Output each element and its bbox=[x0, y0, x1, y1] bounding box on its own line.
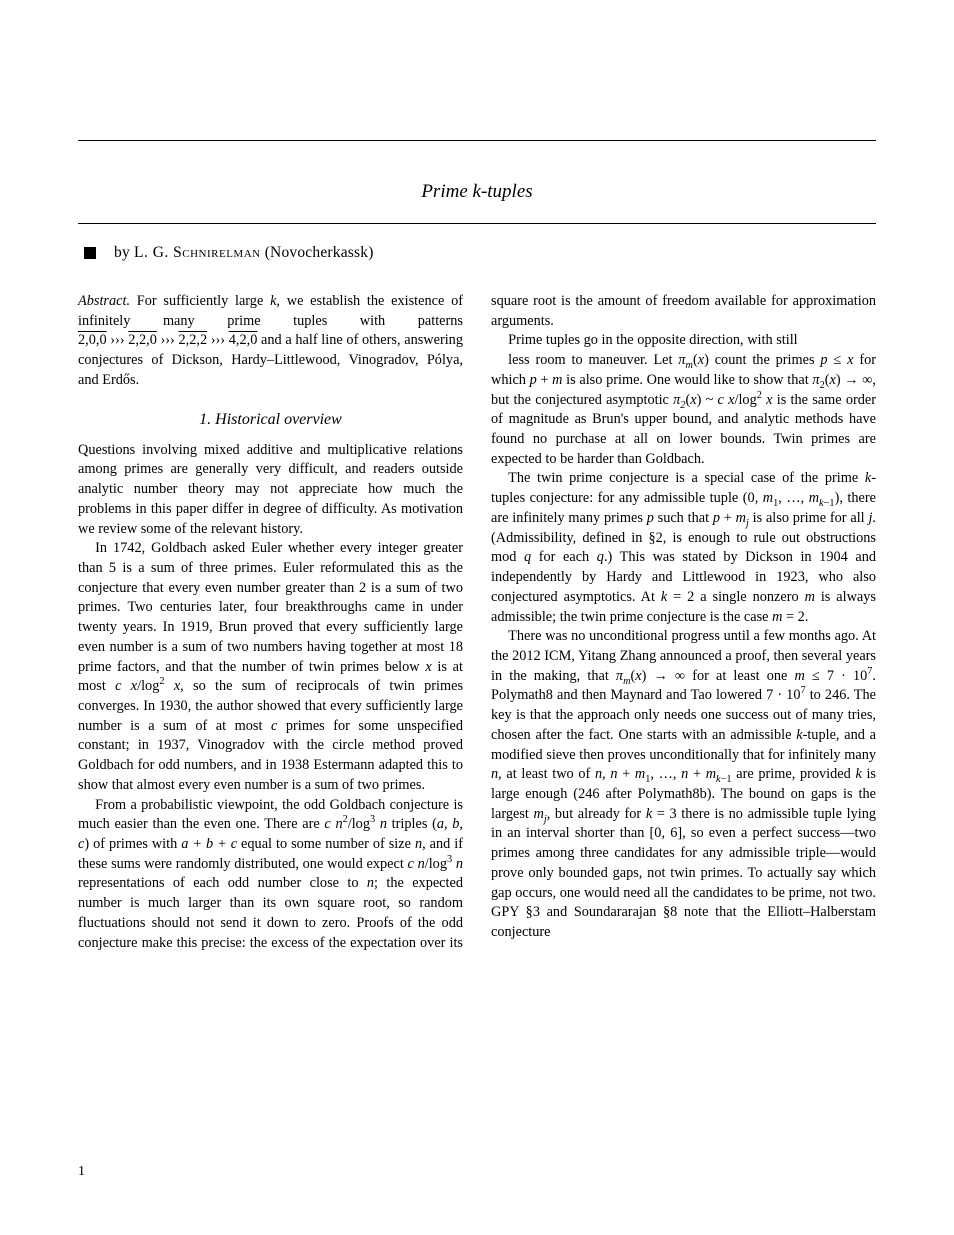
author-affiliation: (Novocherkassk) bbox=[265, 244, 374, 261]
abstract-label: Abstract. bbox=[78, 293, 130, 309]
author-line: by L. G. Schnirelman (Novocherkassk) bbox=[78, 244, 876, 262]
para-1: Questions involving mixed additive and m… bbox=[78, 441, 463, 540]
para-7: There was no unconditional progress unti… bbox=[491, 627, 876, 943]
pattern-3: 4,2,0 bbox=[229, 332, 258, 348]
author-name: L. G. Schnirelman bbox=[134, 244, 261, 261]
para-6: The twin prime conjecture is a special c… bbox=[491, 469, 876, 627]
title-math: k bbox=[473, 181, 481, 202]
abstract-paragraph: Abstract. For sufficiently large k, we e… bbox=[78, 292, 463, 391]
pattern-1: 2,2,0 bbox=[128, 332, 157, 348]
mid-rule bbox=[78, 223, 876, 224]
author-marker-icon bbox=[84, 247, 96, 259]
para-4: Prime tuples go in the opposite directio… bbox=[491, 331, 876, 351]
title-prefix: Prime bbox=[421, 181, 467, 202]
para-2: In 1742, Goldbach asked Euler whether ev… bbox=[78, 539, 463, 795]
body-columns: Abstract. For sufficiently large k, we e… bbox=[78, 292, 876, 953]
page-number: 1 bbox=[78, 1164, 85, 1180]
para-5: less room to maneuver. Let πm(x) count t… bbox=[491, 351, 876, 469]
author-prefix: by bbox=[114, 244, 130, 261]
pattern-0: 2,0,0 bbox=[78, 332, 107, 348]
pattern-2: 2,2,2 bbox=[179, 332, 208, 348]
author-text: by L. G. Schnirelman (Novocherkassk) bbox=[114, 244, 374, 262]
title-block: Prime k-tuples bbox=[78, 181, 876, 203]
title-suffix: -tuples bbox=[481, 181, 533, 202]
abstract-t1: For sufficiently large bbox=[137, 293, 270, 309]
section-1-heading: 1. Historical overview bbox=[78, 409, 463, 431]
top-rule bbox=[78, 140, 876, 141]
